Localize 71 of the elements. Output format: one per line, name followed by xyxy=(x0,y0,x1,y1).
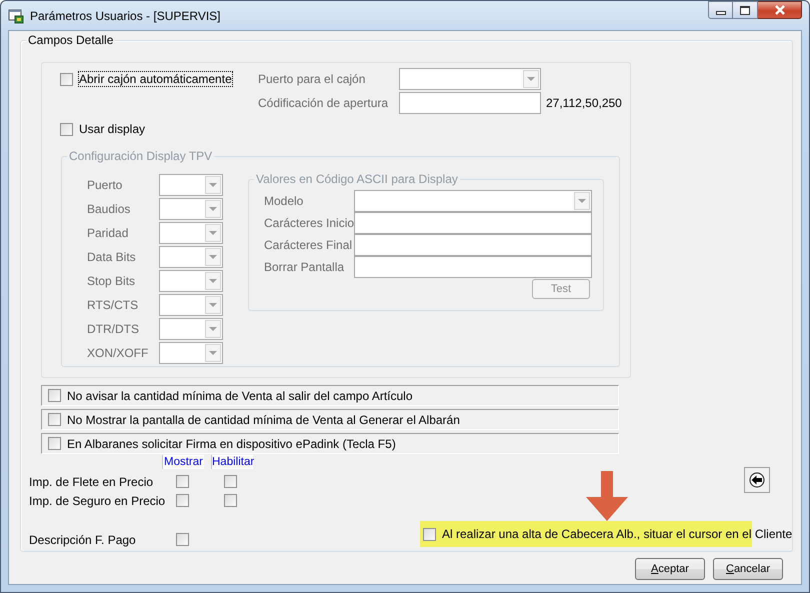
dropdown[interactable] xyxy=(159,342,223,364)
dropdown[interactable] xyxy=(159,318,223,340)
field-label: Borrar Pantalla xyxy=(264,260,346,274)
app-icon xyxy=(8,8,24,24)
field-label: Puerto xyxy=(87,178,124,192)
window-title: Parámetros Usuarios - [SUPERVIS] xyxy=(30,8,221,22)
minimize-icon xyxy=(716,11,726,15)
caret-icon xyxy=(205,248,221,266)
checkbox-label: No Mostrar la pantalla de cantidad mínima de Venta al Generar el Albarán xyxy=(67,412,460,426)
group-title: Valores en Código ASCII para Display xyxy=(254,172,460,186)
caret-icon xyxy=(205,296,221,314)
field-label: RTS/CTS xyxy=(87,298,140,312)
group-title: Campos Detalle xyxy=(26,33,116,47)
column-header: Mostrar xyxy=(162,455,204,469)
checkbox[interactable] xyxy=(176,494,189,507)
checkbox[interactable] xyxy=(176,475,189,488)
checkbox-label: Al realizar una alta de Cabecera Alb., situar el cursor en el Cliente xyxy=(442,527,792,541)
dialog-button[interactable]: Aceptar xyxy=(635,558,705,580)
checkbox[interactable] xyxy=(48,413,61,426)
field-label: Modelo xyxy=(264,194,304,208)
dropdown[interactable] xyxy=(159,294,223,316)
field-label: Stop Bits xyxy=(87,274,136,288)
checkbox-label: Usar display xyxy=(79,122,146,136)
checkbox-label: Abrir cajón automáticamente xyxy=(79,72,232,86)
field-label: Baudios xyxy=(87,202,132,216)
dialog-button[interactable]: Cancelar xyxy=(713,558,783,580)
maximize-icon xyxy=(740,6,750,14)
back-button[interactable] xyxy=(744,467,770,493)
dropdown[interactable] xyxy=(159,174,223,196)
caret-icon xyxy=(205,320,221,338)
field-label: Carácteres Final xyxy=(264,238,354,252)
dropdown[interactable] xyxy=(159,246,223,268)
field-label: DTR/DTS xyxy=(87,322,140,336)
checkbox[interactable] xyxy=(48,389,61,402)
field-label: Data Bits xyxy=(87,250,137,264)
field-label: XON/XOFF xyxy=(87,346,150,360)
dropdown[interactable] xyxy=(159,198,223,220)
caret-icon xyxy=(205,344,221,362)
row-label: Imp. de Flete en Precio xyxy=(29,474,154,488)
checkbox[interactable] xyxy=(60,122,73,136)
checkbox[interactable] xyxy=(48,437,61,450)
maximize-button[interactable] xyxy=(733,1,758,19)
checkbox[interactable] xyxy=(176,533,189,546)
checkbox[interactable] xyxy=(60,72,73,86)
caret-icon xyxy=(205,176,221,194)
field-label: Códificación de apertura xyxy=(258,96,390,110)
dropdown[interactable] xyxy=(159,270,223,292)
caret-icon xyxy=(523,70,539,88)
group-title: Configuración Display TPV xyxy=(67,149,214,163)
checkbox[interactable] xyxy=(423,528,436,540)
close-button[interactable] xyxy=(758,1,802,19)
checkbox[interactable] xyxy=(224,494,237,507)
caret-icon xyxy=(574,192,590,210)
checkbox[interactable] xyxy=(224,475,237,488)
checkbox-label: En Albaranes solicitar Firma en dispositivo ePadink (Tecla F5) xyxy=(67,436,396,450)
column-header: Habilitar xyxy=(211,455,253,469)
field-label: Paridad xyxy=(87,226,130,240)
minimize-button[interactable] xyxy=(708,1,733,19)
field-label: Puerto para el cajón xyxy=(258,72,366,86)
checkbox-label: No avisar la cantidad mínima de Venta al salir del campo Artículo xyxy=(67,388,413,402)
field-label: Carácteres Inicio xyxy=(264,216,354,230)
caret-icon xyxy=(205,272,221,290)
down-arrow-icon xyxy=(586,471,628,521)
caret-icon xyxy=(205,224,221,242)
dropdown[interactable] xyxy=(159,222,223,244)
value-text: 27,112,50,250 xyxy=(546,96,623,110)
dropdown[interactable] xyxy=(354,190,592,212)
close-icon xyxy=(774,5,786,15)
caret-icon xyxy=(205,200,221,218)
row-label: Descripción F. Pago xyxy=(29,532,137,546)
row-label: Imp. de Seguro en Precio xyxy=(29,494,162,508)
